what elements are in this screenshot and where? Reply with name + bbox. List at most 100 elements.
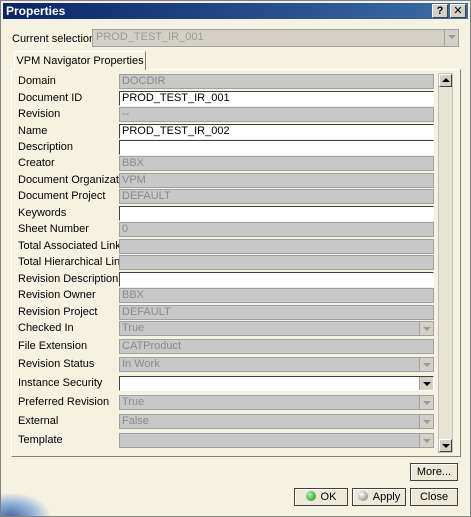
description-field[interactable]: [119, 140, 434, 155]
revision-field: --: [119, 107, 434, 122]
revision-project-field: DEFAULT: [119, 305, 434, 320]
revision-label: Revision: [18, 108, 61, 120]
close-button[interactable]: Close: [410, 488, 458, 506]
file-extension-label: File Extension: [18, 340, 88, 352]
row-document-project: Document Project DEFAULT: [18, 189, 434, 205]
apply-button[interactable]: Apply: [352, 488, 406, 506]
current-selection-combo[interactable]: PROD_TEST_IR_001: [92, 29, 459, 47]
total-hierarchical-links-label: Total Hierarchical Links: [18, 256, 132, 268]
row-revision-owner: Revision Owner BBX: [18, 288, 434, 304]
ok-button[interactable]: OK: [294, 488, 348, 506]
preferred-revision-value: True: [122, 396, 145, 408]
document-project-label: Document Project: [18, 190, 106, 202]
row-creator: Creator BBX: [18, 156, 434, 172]
row-template: Template: [18, 433, 434, 449]
document-id-label: Document ID: [18, 92, 83, 104]
more-button-label: More...: [416, 466, 452, 478]
chevron-down-icon: [419, 396, 433, 409]
external-label: External: [18, 415, 59, 427]
total-associated-links-field: [119, 239, 434, 254]
creator-field: BBX: [119, 156, 434, 171]
row-sheet-number: Sheet Number 0: [18, 222, 434, 238]
revision-status-select: In Work: [119, 357, 434, 372]
chevron-down-icon: [419, 434, 433, 447]
more-button[interactable]: More...: [410, 463, 458, 481]
row-instance-security: Instance Security: [18, 376, 434, 392]
vertical-scrollbar[interactable]: [438, 73, 453, 453]
ok-button-label: OK: [320, 491, 337, 503]
domain-label: Domain: [18, 75, 56, 87]
revision-owner-label: Revision Owner: [18, 289, 96, 301]
checked-in-label: Checked In: [18, 322, 74, 334]
revision-owner-field: BBX: [119, 288, 434, 303]
sheet-number-label: Sheet Number: [18, 223, 89, 235]
scroll-up-arrow-icon[interactable]: [439, 74, 452, 87]
external-select: False: [119, 414, 434, 429]
chevron-down-icon: [419, 322, 433, 335]
current-selection-label: Current selection :: [12, 33, 102, 45]
row-name: Name PROD_TEST_IR_002: [18, 124, 434, 140]
help-icon[interactable]: ?: [432, 4, 448, 18]
creator-label: Creator: [18, 157, 55, 169]
checked-in-select: True: [119, 321, 434, 336]
chevron-down-icon[interactable]: [444, 30, 458, 46]
file-extension-field: CATProduct: [119, 339, 434, 354]
description-label: Description: [18, 141, 74, 153]
row-external: External False: [18, 414, 434, 430]
total-associated-links-label: Total Associated Links: [18, 240, 127, 252]
row-keywords: Keywords: [18, 206, 434, 222]
name-field[interactable]: PROD_TEST_IR_002: [119, 124, 434, 139]
document-organization-field: VPM: [119, 173, 434, 188]
row-file-extension: File Extension CATProduct: [18, 339, 434, 355]
checked-in-value: True: [122, 322, 145, 334]
close-icon[interactable]: ✕: [450, 4, 466, 18]
row-checked-in: Checked In True: [18, 321, 434, 337]
row-document-id: Document ID PROD_TEST_IR_001: [18, 91, 434, 107]
revision-status-value: In Work: [122, 358, 160, 370]
row-revision: Revision --: [18, 107, 434, 123]
row-total-associated-links: Total Associated Links: [18, 239, 434, 255]
keywords-label: Keywords: [18, 207, 67, 219]
external-value: False: [122, 415, 149, 427]
row-revision-project: Revision Project DEFAULT: [18, 305, 434, 321]
title-bar: Properties ? ✕: [3, 3, 468, 19]
row-revision-status: Revision Status In Work: [18, 357, 434, 373]
current-selection-value: PROD_TEST_IR_001: [96, 31, 204, 43]
row-description: Description: [18, 140, 434, 156]
window-title: Properties: [6, 4, 66, 18]
properties-dialog: Properties ? ✕ Current selection : PROD_…: [0, 0, 471, 517]
preferred-revision-label: Preferred Revision: [18, 396, 110, 408]
revision-status-label: Revision Status: [18, 358, 95, 370]
chevron-down-icon: [419, 415, 433, 428]
row-revision-description: Revision Description: [18, 272, 434, 288]
sheet-number-field: 0: [119, 222, 434, 237]
preferred-revision-select: True: [119, 395, 434, 410]
apply-button-label: Apply: [372, 491, 401, 503]
revision-project-label: Revision Project: [18, 306, 98, 318]
close-button-label: Close: [419, 491, 449, 503]
instance-security-select[interactable]: [119, 376, 434, 391]
row-total-hierarchical-links: Total Hierarchical Links: [18, 255, 434, 271]
document-id-field[interactable]: PROD_TEST_IR_001: [119, 91, 434, 106]
ok-icon: [305, 491, 316, 501]
row-domain: Domain DOCDIR: [18, 74, 434, 90]
template-select: [119, 433, 434, 448]
chevron-down-icon[interactable]: [419, 377, 433, 390]
tab-label: VPM Navigator Properties: [16, 55, 144, 67]
revision-description-field[interactable]: [119, 272, 434, 287]
resize-grip-icon: [1, 494, 49, 516]
instance-security-label: Instance Security: [18, 377, 103, 389]
revision-description-label: Revision Description: [18, 273, 119, 285]
document-project-field: DEFAULT: [119, 189, 434, 204]
scroll-down-arrow-icon[interactable]: [439, 439, 452, 452]
tab-vpm-navigator-properties[interactable]: VPM Navigator Properties: [14, 51, 146, 70]
row-document-organization: Document Organization VPM: [18, 173, 434, 189]
chevron-down-icon: [419, 358, 433, 371]
domain-field: DOCDIR: [119, 74, 434, 89]
keywords-field[interactable]: [119, 206, 434, 221]
total-hierarchical-links-field: [119, 255, 434, 270]
row-preferred-revision: Preferred Revision True: [18, 395, 434, 411]
apply-icon: [357, 491, 368, 501]
template-label: Template: [18, 434, 63, 446]
document-organization-label: Document Organization: [18, 174, 134, 186]
